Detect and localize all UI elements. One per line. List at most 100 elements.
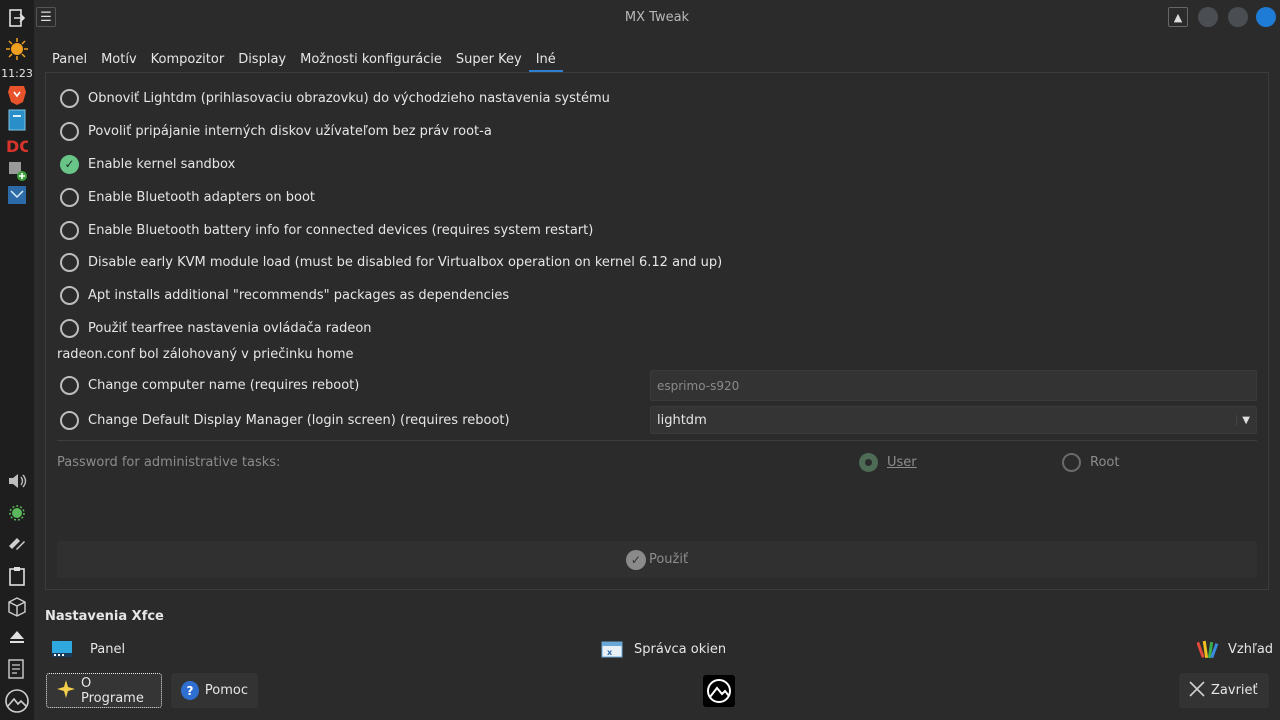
file-manager-icon[interactable]	[5, 108, 29, 132]
maximize-button[interactable]	[1228, 7, 1248, 27]
doublecmd-icon[interactable]: DC	[5, 134, 29, 158]
updater-icon[interactable]	[5, 501, 29, 525]
eject-icon[interactable]	[5, 625, 29, 649]
usb-install-icon[interactable]	[5, 159, 29, 183]
option-label: Použiť tearfree nastavenia ovládača rade…	[88, 320, 372, 336]
option-label: Obnoviť Lightdm (prihlasovaciu obrazovku…	[88, 90, 610, 106]
tab-display[interactable]: Display	[231, 48, 293, 72]
volume-icon[interactable]	[5, 469, 29, 493]
radio-button[interactable]	[60, 88, 79, 108]
svg-text:DC: DC	[6, 137, 28, 156]
option-label: Change computer name (requires reboot)	[88, 377, 360, 393]
close-label: Zavrieť	[1211, 683, 1258, 698]
tab-panel[interactable]: Panel	[45, 48, 94, 72]
option-label: Enable Bluetooth adapters on boot	[88, 189, 316, 205]
check-icon: ✓	[64, 157, 75, 171]
window-manager-icon: x	[601, 638, 623, 660]
tab-other[interactable]: Iné	[528, 48, 563, 72]
tab-bar: Panel Motív Kompozitor Display Možnosti …	[45, 48, 563, 72]
weather-sun-icon[interactable]	[5, 37, 29, 61]
option-kernel-sandbox[interactable]: ✓ Enable kernel sandbox	[60, 153, 235, 175]
clipboard-icon[interactable]	[5, 564, 29, 588]
option-change-display-manager[interactable]: Change Default Display Manager (login sc…	[60, 409, 510, 431]
radio-button[interactable]	[60, 220, 79, 240]
option-reset-lightdm[interactable]: Obnoviť Lightdm (prihlasovaciu obrazovku…	[60, 87, 610, 109]
option-label: Change Default Display Manager (login sc…	[88, 412, 510, 428]
apply-label: Použiť	[648, 552, 689, 567]
mx-menu-icon[interactable]	[5, 689, 29, 713]
option-bluetooth-on-boot[interactable]: Enable Bluetooth adapters on boot	[60, 186, 315, 208]
network-icon[interactable]	[5, 532, 29, 556]
radio-button[interactable]	[60, 121, 79, 141]
radio-button[interactable]	[60, 410, 79, 430]
xfce-settings-title: Nastavenia Xfce	[45, 609, 164, 624]
display-manager-value: lightdm	[657, 412, 707, 428]
option-apt-recommends[interactable]: Apt installs additional "recommends" pac…	[60, 284, 509, 306]
option-label: Apt installs additional "recommends" pac…	[88, 287, 510, 303]
tab-config-options[interactable]: Možnosti konfigurácie	[293, 48, 449, 72]
checked-radio-button[interactable]: ✓	[60, 154, 79, 174]
option-label: Povoliť pripájanie interných diskov užív…	[88, 123, 492, 139]
screenshot-icon[interactable]	[5, 183, 29, 207]
about-button[interactable]: O Programe	[46, 673, 162, 708]
arrow-up-bar-icon: ▲	[1173, 10, 1183, 24]
option-label: Disable early KVM module load (must be d…	[88, 254, 723, 270]
brave-browser-icon[interactable]	[5, 83, 29, 107]
radio-button[interactable]	[60, 318, 79, 338]
user-label: User	[887, 454, 917, 470]
always-on-top-button[interactable]: ▲	[1168, 7, 1188, 27]
radeon-backup-note: radeon.conf bol zálohovaný v priečinku h…	[57, 347, 354, 362]
minimize-button[interactable]	[1198, 7, 1218, 27]
panel-settings-icon	[51, 638, 73, 660]
appearance-link-label: Vzhľad	[1228, 641, 1274, 657]
tab-compositor[interactable]: Kompozitor	[144, 48, 232, 72]
option-bluetooth-battery[interactable]: Enable Bluetooth battery info for connec…	[60, 219, 593, 241]
display-manager-select[interactable]: lightdm ▼	[650, 406, 1257, 434]
help-button[interactable]: ? Pomoc	[171, 673, 258, 708]
tab-theme[interactable]: Motív	[94, 48, 144, 72]
appearance-palette-icon	[1197, 638, 1219, 660]
package-icon[interactable]	[5, 595, 29, 619]
divider	[57, 440, 1257, 441]
help-label: Pomoc	[204, 683, 248, 698]
help-question-icon: ?	[181, 681, 199, 700]
radio-button[interactable]	[60, 252, 79, 272]
tab-super-key[interactable]: Super Key	[449, 48, 529, 72]
radio-button[interactable]	[60, 285, 79, 305]
option-radeon-tearfree[interactable]: Použiť tearfree nastavenia ovládača rade…	[60, 317, 372, 339]
xfce-appearance-link[interactable]: Vzhľad	[1197, 638, 1273, 660]
option-change-hostname[interactable]: Change computer name (requires reboot)	[60, 374, 359, 396]
window-title: MX Tweak	[624, 10, 690, 25]
password-user-option[interactable]: User	[859, 452, 917, 472]
root-label: Root	[1090, 454, 1120, 470]
password-label: Password for administrative tasks:	[57, 455, 281, 470]
about-label: O Programe	[81, 675, 144, 706]
close-x-icon	[1189, 680, 1205, 701]
option-disable-kvm[interactable]: Disable early KVM module load (must be d…	[60, 251, 722, 273]
xfce-window-manager-link[interactable]: x Správca okien	[601, 638, 726, 660]
radio-button[interactable]	[60, 375, 79, 395]
option-mount-internal-drives[interactable]: Povoliť pripájanie interných diskov užív…	[60, 120, 492, 142]
logout-icon[interactable]	[5, 6, 29, 30]
sparkle-star-icon	[57, 679, 75, 702]
check-circle-icon: ✓	[625, 549, 646, 570]
title-bar: ☰ MX Tweak ▲	[34, 0, 1280, 36]
notes-icon[interactable]	[5, 657, 29, 681]
apply-button[interactable]: ✓ Použiť	[57, 541, 1257, 578]
xfce-panel-link[interactable]: Panel	[51, 638, 125, 660]
close-window-button[interactable]	[1256, 7, 1276, 27]
svg-text:x: x	[607, 648, 613, 657]
close-button[interactable]: Zavrieť	[1179, 673, 1269, 708]
panel-link-label: Panel	[90, 641, 126, 657]
panel-clock[interactable]: 11:23	[0, 67, 34, 80]
option-label: Enable kernel sandbox	[88, 156, 236, 172]
window-manager-link-label: Správca okien	[634, 641, 727, 657]
radio-button[interactable]	[60, 187, 79, 207]
chevron-down-icon: ▼	[1236, 414, 1250, 426]
radio-button[interactable]	[859, 452, 878, 472]
radio-button[interactable]	[1062, 452, 1081, 472]
option-label: Enable Bluetooth battery info for connec…	[88, 222, 594, 238]
dock-panel: 11:23 DC	[0, 0, 34, 720]
password-root-option[interactable]: Root	[1062, 452, 1119, 472]
hostname-input[interactable]: esprimo-s920	[650, 370, 1257, 401]
